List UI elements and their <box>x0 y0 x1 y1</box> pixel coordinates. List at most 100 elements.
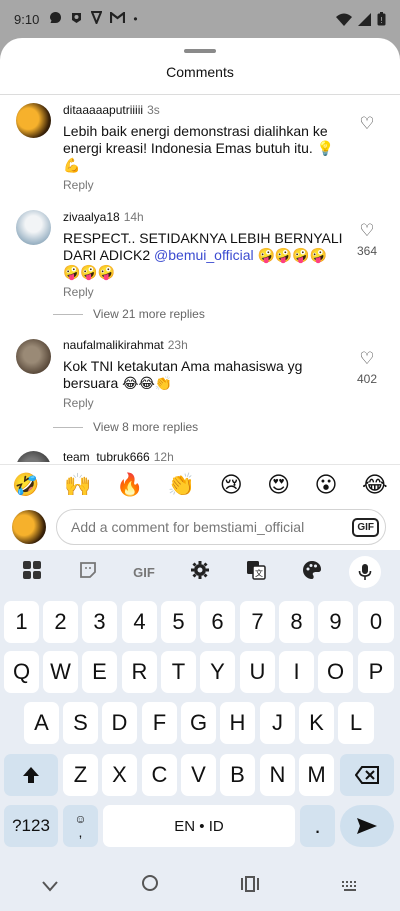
comma-emoji-key[interactable]: ☺ , <box>63 805 98 847</box>
header-divider <box>0 94 400 95</box>
key-q[interactable]: Q <box>4 651 39 693</box>
gif-button[interactable]: GIF <box>352 517 379 537</box>
home-icon[interactable] <box>141 874 159 898</box>
key-o[interactable]: O <box>318 651 353 693</box>
heart-icon: ♡ <box>359 114 375 133</box>
like-button[interactable]: ♡ <box>352 115 382 137</box>
comment-input[interactable]: Add a comment for bemstiami_official GIF <box>56 509 386 545</box>
comment-username[interactable]: ditaaaaaputriiiii <box>63 103 143 117</box>
key-n[interactable]: N <box>260 754 295 796</box>
key-y[interactable]: Y <box>200 651 235 693</box>
key-8[interactable]: 8 <box>279 601 314 643</box>
key-9[interactable]: 9 <box>318 601 353 643</box>
comment-username[interactable]: naufalmalikirahmat <box>63 338 164 352</box>
comment-username[interactable]: zivaalya18 <box>63 210 120 224</box>
key-a[interactable]: A <box>24 702 59 744</box>
key-v[interactable]: V <box>181 754 216 796</box>
bottom-row: ?123 ☺ , EN • ID . <box>0 805 400 849</box>
key-f[interactable]: F <box>142 702 177 744</box>
comment-time: 3s <box>147 103 160 117</box>
signal-icon <box>358 12 371 26</box>
heart-icon: ♡ <box>359 349 375 368</box>
avatar[interactable] <box>16 451 51 462</box>
view-more-replies[interactable]: View 21 more replies <box>53 307 205 321</box>
key-r[interactable]: R <box>122 651 157 693</box>
comment-username[interactable]: team_tubruk666 <box>63 450 150 462</box>
keyboard-switch-icon[interactable] <box>341 875 359 898</box>
key-x[interactable]: X <box>102 754 137 796</box>
key-k[interactable]: K <box>299 702 334 744</box>
period-key[interactable]: . <box>300 805 335 847</box>
sticker-icon[interactable] <box>69 560 107 585</box>
key-h[interactable]: H <box>220 702 255 744</box>
key-g[interactable]: G <box>181 702 216 744</box>
avatar[interactable] <box>16 210 51 245</box>
emoji-fire-button[interactable]: 🔥 <box>116 472 143 498</box>
key-5[interactable]: 5 <box>161 601 196 643</box>
emoji-cry-button[interactable]: 😢 <box>220 472 243 498</box>
number-row: 1 2 3 4 5 6 7 8 9 0 <box>0 601 400 645</box>
reply-button[interactable]: Reply <box>63 178 343 192</box>
key-1[interactable]: 1 <box>4 601 39 643</box>
svg-text:文: 文 <box>255 568 263 578</box>
comment-composer: Add a comment for bemstiami_official GIF <box>0 504 400 550</box>
key-2[interactable]: 2 <box>43 601 78 643</box>
avatar[interactable] <box>16 103 51 138</box>
key-t[interactable]: T <box>161 651 196 693</box>
key-b[interactable]: B <box>220 754 255 796</box>
key-c[interactable]: C <box>142 754 177 796</box>
key-0[interactable]: 0 <box>358 601 394 643</box>
key-7[interactable]: 7 <box>240 601 275 643</box>
send-key[interactable] <box>340 805 394 847</box>
view-more-replies[interactable]: View 8 more replies <box>53 420 198 434</box>
emoji-clap-button[interactable]: 👏 <box>168 472 195 498</box>
key-i[interactable]: I <box>279 651 314 693</box>
apps-grid-icon[interactable] <box>13 560 51 585</box>
mic-button[interactable] <box>349 556 387 588</box>
key-s[interactable]: S <box>63 702 98 744</box>
like-button[interactable]: ♡ 364 <box>352 222 382 259</box>
key-w[interactable]: W <box>43 651 78 693</box>
avatar[interactable] <box>16 339 51 374</box>
translate-icon[interactable]: 文 <box>237 560 275 585</box>
key-l[interactable]: L <box>338 702 374 744</box>
like-button[interactable]: ♡ 402 <box>352 349 382 387</box>
key-e[interactable]: E <box>82 651 117 693</box>
key-d[interactable]: D <box>102 702 137 744</box>
letter-row-1: Q W E R T Y U I O P <box>0 651 400 695</box>
key-j[interactable]: J <box>260 702 295 744</box>
send-icon <box>357 818 377 834</box>
settings-gear-icon[interactable] <box>181 560 219 585</box>
key-u[interactable]: U <box>240 651 275 693</box>
drag-handle[interactable] <box>184 49 216 53</box>
gmail-icon <box>110 10 126 27</box>
comment-time: 12h <box>153 450 174 462</box>
key-3[interactable]: 3 <box>82 601 117 643</box>
shift-key[interactable] <box>4 754 58 796</box>
gif-icon[interactable]: GIF <box>125 565 163 580</box>
palette-icon[interactable] <box>293 560 331 585</box>
wifi-icon <box>336 13 352 26</box>
key-p[interactable]: P <box>358 651 394 693</box>
emoji-raised-hands-button[interactable]: 🙌 <box>64 472 91 498</box>
emoji-heart-eyes-button[interactable]: 😍 <box>267 472 290 498</box>
key-6[interactable]: 6 <box>200 601 235 643</box>
backspace-key[interactable] <box>340 754 394 796</box>
view-more-label: View 21 more replies <box>93 307 205 321</box>
svg-text:!: ! <box>380 16 383 25</box>
space-key[interactable]: EN • ID <box>103 805 295 847</box>
emoji-wow-button[interactable]: 😮 <box>315 472 338 498</box>
emoji-rofl-button[interactable]: 🤣 <box>12 472 39 498</box>
key-z[interactable]: Z <box>63 754 98 796</box>
symbols-key[interactable]: ?123 <box>4 805 58 847</box>
back-chevron-icon[interactable] <box>41 875 59 898</box>
view-more-label: View 8 more replies <box>93 420 199 434</box>
reply-button[interactable]: Reply <box>63 396 343 410</box>
key-m[interactable]: M <box>299 754 334 796</box>
reply-button[interactable]: Reply <box>63 285 343 299</box>
mention-link[interactable]: @bemui_official <box>154 247 254 263</box>
key-4[interactable]: 4 <box>122 601 157 643</box>
comments-list[interactable]: ditaaaaaputriiiii 3s Lebih baik energi de… <box>0 98 400 462</box>
emoji-joy-button[interactable]: 😂 <box>362 472 388 498</box>
recents-icon[interactable] <box>241 875 259 898</box>
